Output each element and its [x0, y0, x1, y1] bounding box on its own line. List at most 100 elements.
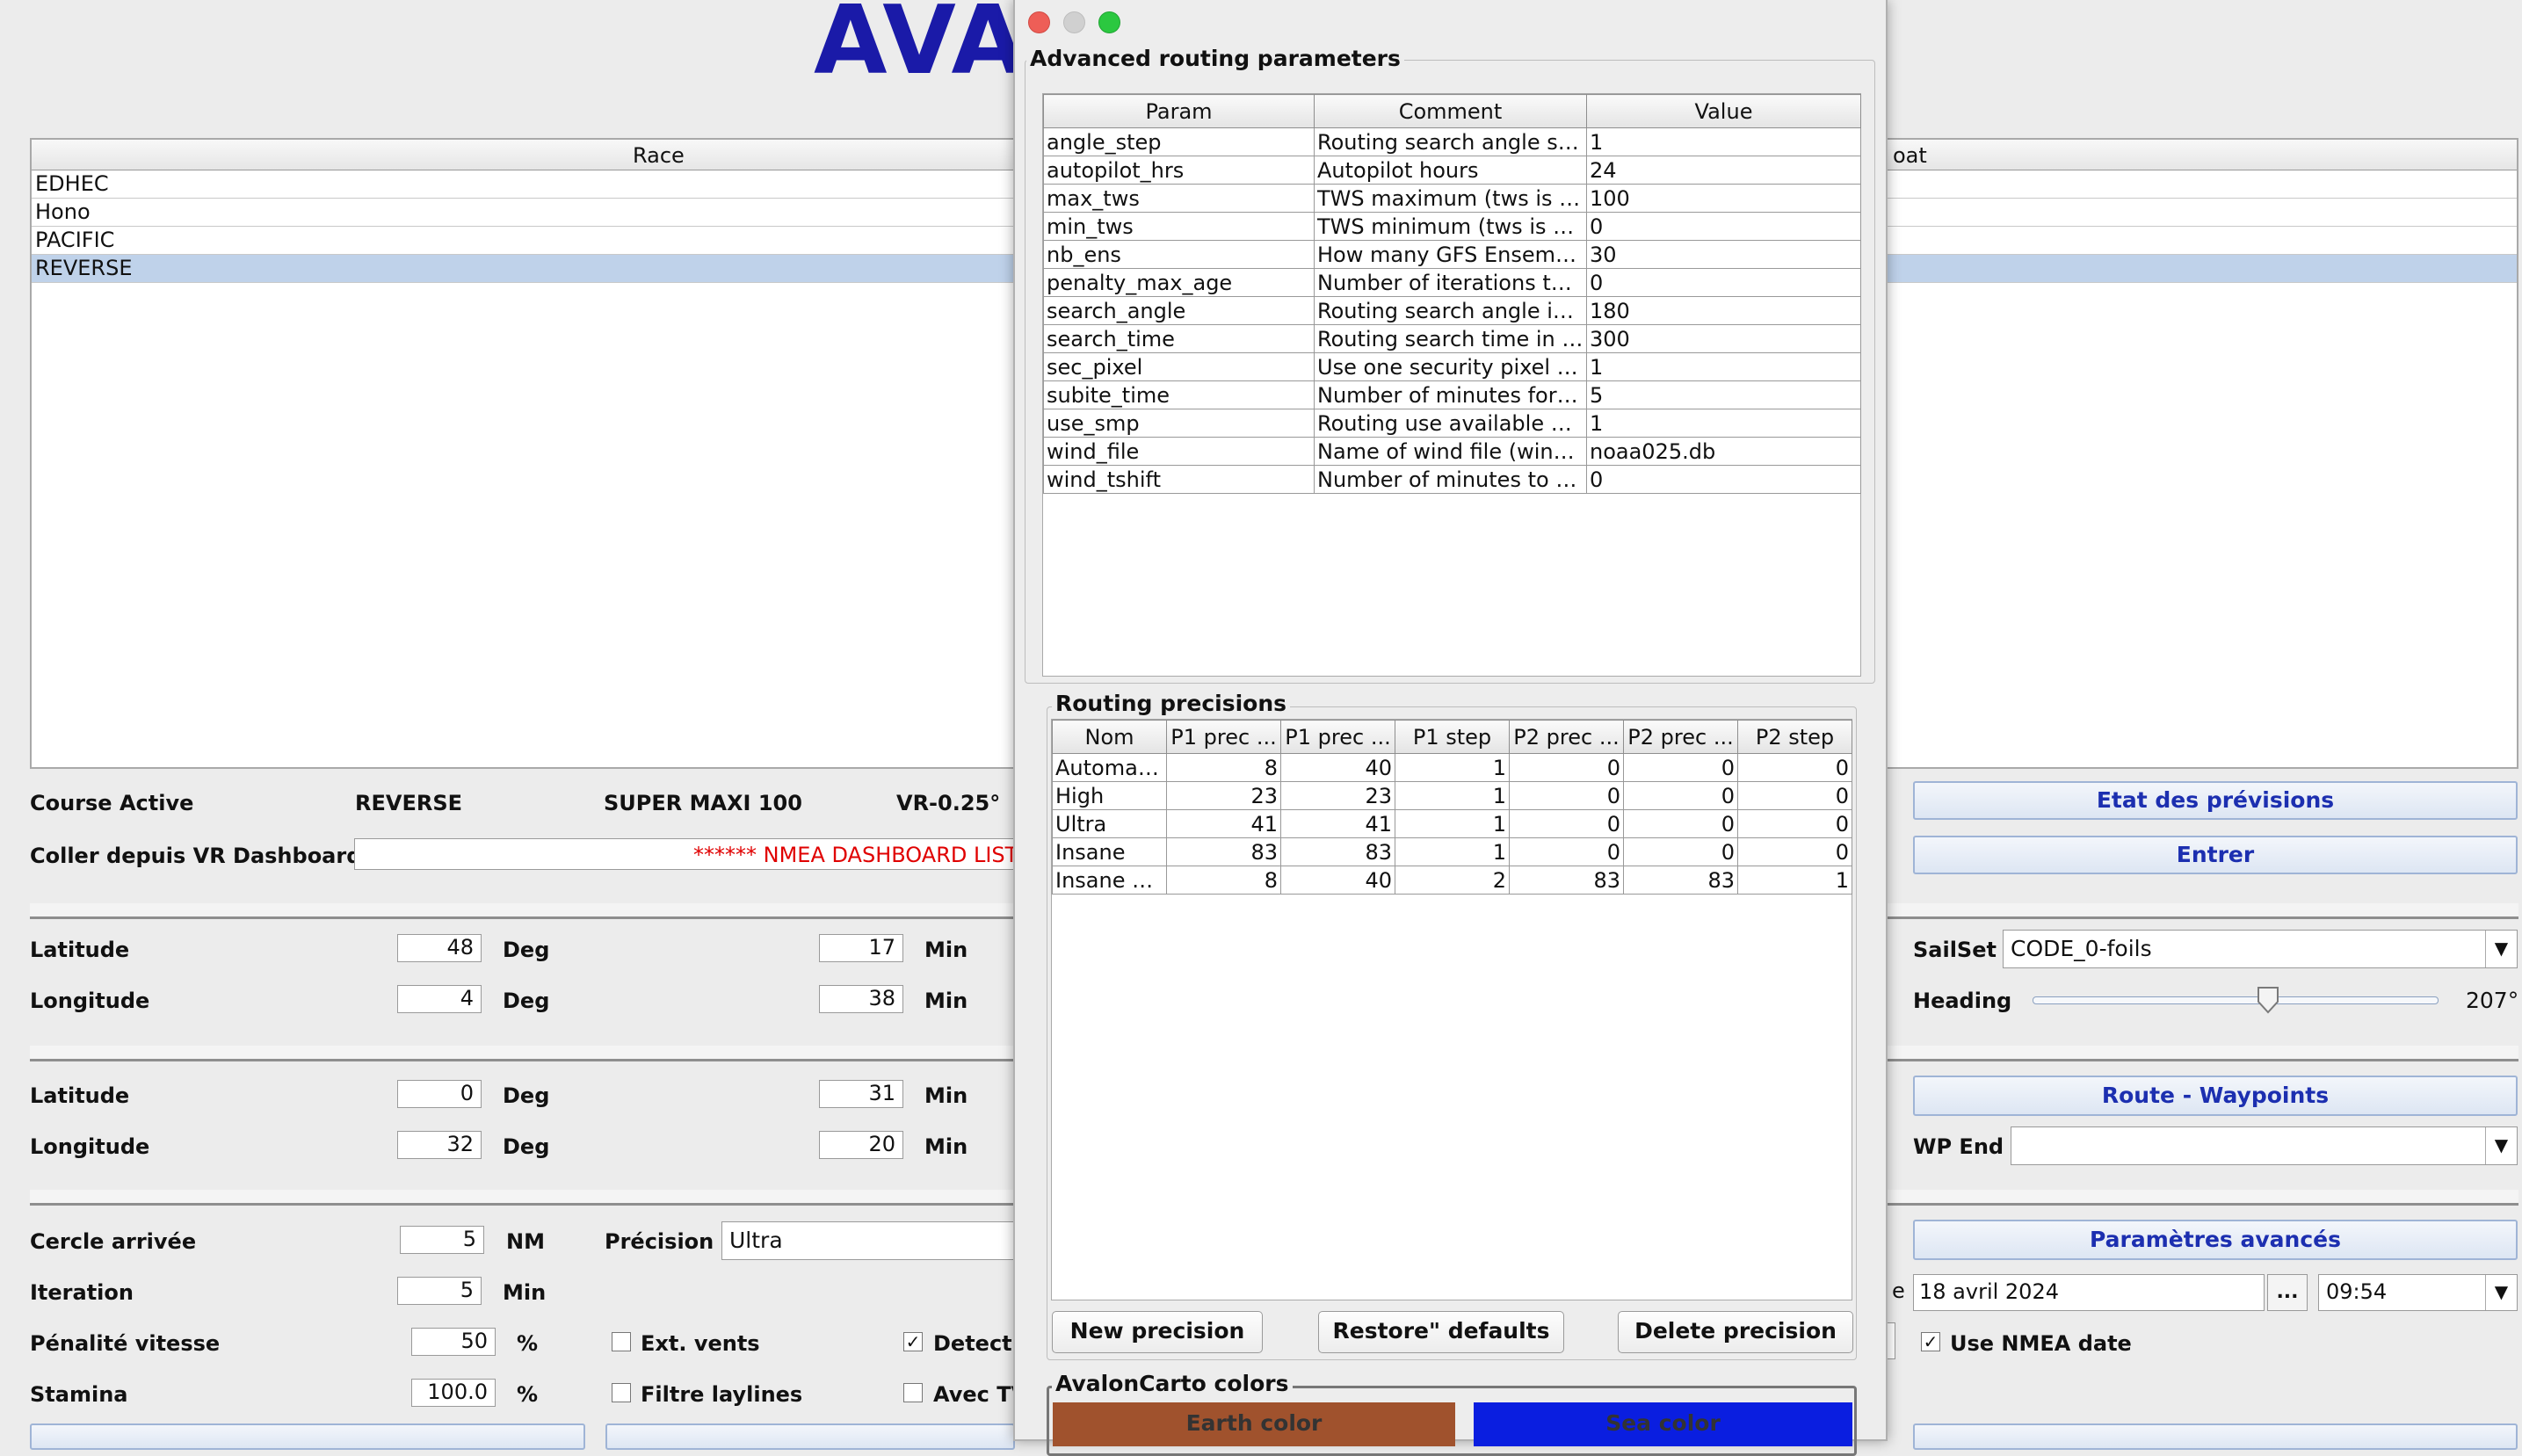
param-row[interactable]: search_angle Routing search angle in ... 1…: [1043, 296, 1861, 325]
end-lat-deg-input[interactable]: 0: [397, 1080, 482, 1108]
precision-value-cell[interactable]: 0: [1623, 781, 1738, 810]
param-value-cell[interactable]: 0: [1586, 212, 1861, 241]
end-lon-deg-input[interactable]: 32: [397, 1131, 482, 1159]
close-icon[interactable]: [1028, 11, 1050, 33]
precisions-table-area[interactable]: Nom P1 prec ... P1 prec ... P1 step P2 prec …: [1051, 719, 1852, 1300]
precision-column-header[interactable]: P1 step: [1395, 720, 1510, 754]
heading-slider-thumb[interactable]: [2257, 986, 2279, 1014]
param-name-cell[interactable]: penalty_max_age: [1043, 268, 1315, 297]
param-comment-cell[interactable]: Routing search angle st...: [1314, 127, 1587, 156]
precision-value-cell[interactable]: 1: [1395, 809, 1510, 838]
chevron-down-icon[interactable]: ▼: [2485, 1275, 2517, 1310]
precision-column-header[interactable]: Nom: [1052, 720, 1167, 754]
parametres-avances-button[interactable]: Paramètres avancés: [1913, 1220, 2518, 1260]
precision-value-cell[interactable]: 23: [1166, 781, 1281, 810]
param-row[interactable]: sec_pixel Use one security pixel fr... 1: [1043, 352, 1861, 381]
param-name-cell[interactable]: use_smp: [1043, 409, 1315, 438]
start-lat-min-input[interactable]: 17: [819, 934, 903, 962]
param-value-cell[interactable]: 30: [1586, 240, 1861, 269]
precision-value-cell[interactable]: 1: [1395, 837, 1510, 866]
param-value-cell[interactable]: 180: [1586, 296, 1861, 325]
precision-value-cell[interactable]: 23: [1280, 781, 1395, 810]
param-name-cell[interactable]: wind_file: [1043, 437, 1315, 466]
restore-defaults-button[interactable]: Restore" defaults: [1318, 1311, 1564, 1353]
param-comment-cell[interactable]: Routing search time in s...: [1314, 324, 1587, 353]
precision-column-header[interactable]: P2 prec ...: [1623, 720, 1738, 754]
start-lon-min-input[interactable]: 38: [819, 985, 903, 1013]
param-value-cell[interactable]: 0: [1586, 465, 1861, 494]
precision-value-cell[interactable]: 1: [1395, 781, 1510, 810]
sailset-select[interactable]: CODE_0-foils ▼: [2003, 930, 2518, 968]
param-comment-cell[interactable]: Routing use available C...: [1314, 409, 1587, 438]
precision-value-cell[interactable]: 0: [1623, 809, 1738, 838]
iteration-input[interactable]: 5: [397, 1277, 482, 1305]
route-waypoints-button[interactable]: Route - Waypoints: [1913, 1076, 2518, 1116]
param-row[interactable]: use_smp Routing use available C... 1: [1043, 409, 1861, 438]
precision-name-cell[interactable]: High: [1052, 781, 1167, 810]
param-name-cell[interactable]: autopilot_hrs: [1043, 156, 1315, 185]
param-name-cell[interactable]: search_time: [1043, 324, 1315, 353]
params-column-header[interactable]: Param: [1043, 94, 1315, 128]
precision-value-cell[interactable]: 8: [1166, 866, 1281, 895]
ext-vents-checkbox[interactable]: [612, 1332, 631, 1351]
precision-value-cell[interactable]: 41: [1280, 809, 1395, 838]
precision-value-cell[interactable]: 40: [1280, 866, 1395, 895]
param-name-cell[interactable]: sec_pixel: [1043, 352, 1315, 381]
precision-value-cell[interactable]: 41: [1166, 809, 1281, 838]
heading-slider-track[interactable]: [2033, 996, 2439, 1004]
precision-name-cell[interactable]: Automatic: [1052, 753, 1167, 782]
precision-row[interactable]: Insane 2... 8 40 2 83 83 1: [1052, 866, 1852, 895]
precision-name-cell[interactable]: Insane 2...: [1052, 866, 1167, 895]
precision-value-cell[interactable]: 0: [1737, 753, 1852, 782]
start-lat-deg-input[interactable]: 48: [397, 934, 482, 962]
time-select[interactable]: 09:54 ▼: [2318, 1274, 2518, 1311]
precision-column-header[interactable]: P2 step: [1737, 720, 1852, 754]
entrer-button[interactable]: Entrer: [1913, 836, 2518, 874]
precision-value-cell[interactable]: 0: [1509, 753, 1624, 782]
precision-value-cell[interactable]: 0: [1509, 809, 1624, 838]
precision-value-cell[interactable]: 83: [1623, 866, 1738, 895]
minimize-icon[interactable]: [1063, 11, 1085, 33]
calcul-route-button[interactable]: [30, 1423, 585, 1450]
stamina-input[interactable]: 100.0: [411, 1379, 496, 1407]
wp-end-select[interactable]: ▼: [2011, 1126, 2518, 1165]
race-column-header[interactable]: Race: [633, 143, 685, 168]
param-value-cell[interactable]: 0: [1586, 268, 1861, 297]
delete-precision-button[interactable]: Delete precision: [1618, 1311, 1853, 1353]
earth-color-button[interactable]: Earth color: [1053, 1402, 1455, 1446]
start-lon-deg-input[interactable]: 4: [397, 985, 482, 1013]
param-comment-cell[interactable]: TWS minimum (tws is se...: [1314, 212, 1587, 241]
penalite-input[interactable]: 50: [411, 1328, 496, 1356]
chevron-down-icon[interactable]: ▼: [2485, 931, 2517, 967]
chevron-down-icon[interactable]: ▼: [2485, 1127, 2517, 1164]
param-name-cell[interactable]: min_tws: [1043, 212, 1315, 241]
param-row[interactable]: wind_file Name of wind file (wind.... noaa…: [1043, 437, 1861, 466]
params-table[interactable]: Param Comment Value angle_step Routing sear…: [1043, 94, 1861, 494]
precision-value-cell[interactable]: 0: [1737, 809, 1852, 838]
end-lat-min-input[interactable]: 31: [819, 1080, 903, 1108]
param-row[interactable]: min_tws TWS minimum (tws is se... 0: [1043, 212, 1861, 241]
param-name-cell[interactable]: nb_ens: [1043, 240, 1315, 269]
param-value-cell[interactable]: 5: [1586, 380, 1861, 409]
param-row[interactable]: angle_step Routing search angle st... 1: [1043, 127, 1861, 156]
precision-name-cell[interactable]: Ultra: [1052, 809, 1167, 838]
precision-row[interactable]: Automatic 8 40 1 0 0 0: [1052, 753, 1852, 782]
precision-row[interactable]: High 23 23 1 0 0 0: [1052, 781, 1852, 810]
precision-value-cell[interactable]: 0: [1623, 837, 1738, 866]
param-name-cell[interactable]: search_angle: [1043, 296, 1315, 325]
precision-column-header[interactable]: P1 prec ...: [1166, 720, 1281, 754]
precision-value-cell[interactable]: 83: [1509, 866, 1624, 895]
param-value-cell[interactable]: 100: [1586, 184, 1861, 213]
param-name-cell[interactable]: wind_tshift: [1043, 465, 1315, 494]
cercle-input[interactable]: 5: [400, 1226, 484, 1254]
precision-value-cell[interactable]: 83: [1280, 837, 1395, 866]
params-column-header[interactable]: Comment: [1314, 94, 1587, 128]
param-value-cell[interactable]: 300: [1586, 324, 1861, 353]
avec-tv-checkbox[interactable]: [903, 1383, 923, 1402]
param-comment-cell[interactable]: Number of minutes to s...: [1314, 465, 1587, 494]
param-value-cell[interactable]: 24: [1586, 156, 1861, 185]
precision-value-cell[interactable]: 83: [1166, 837, 1281, 866]
param-comment-cell[interactable]: TWS maximum (tws is s...: [1314, 184, 1587, 213]
detect-checkbox[interactable]: ✓: [903, 1332, 923, 1351]
precision-column-header[interactable]: P1 prec ...: [1280, 720, 1395, 754]
